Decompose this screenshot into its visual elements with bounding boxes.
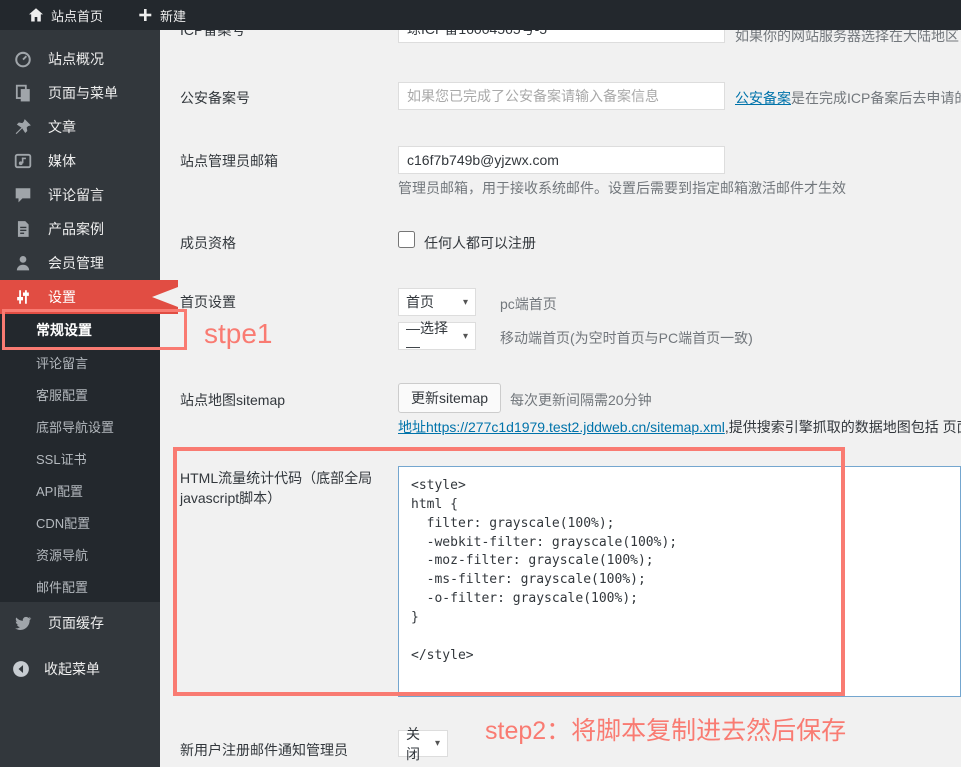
sidebar-item-collapse-menu[interactable]: 收起菜单 xyxy=(0,652,160,686)
police-help-link[interactable]: 公安备案 xyxy=(735,90,791,106)
sitemap-label: 站点地图sitemap xyxy=(180,392,286,408)
comment-icon xyxy=(14,186,32,204)
settings-submenu: 常规设置 评论留言 客服配置 底部导航设置 SSL证书 API配置 CDN配置 … xyxy=(0,314,160,602)
sidebar-item-label: 页面与菜单 xyxy=(48,85,118,101)
sliders-icon xyxy=(14,288,32,306)
sitemap-link-line: 地址https://277c1d1979.test2.jddweb.cn/sit… xyxy=(398,417,961,437)
mobile-homepage-select[interactable]: —选择— ▾ xyxy=(398,320,476,354)
pin-icon xyxy=(14,118,32,136)
sidebar-item-label: 会员管理 xyxy=(48,255,104,271)
collapse-menu-icon xyxy=(12,660,30,678)
email-label: 站点管理员邮箱 xyxy=(180,153,278,169)
submenu-item-cdn[interactable]: CDN配置 xyxy=(0,506,160,538)
submenu-item-api[interactable]: API配置 xyxy=(0,474,160,506)
submenu-item-resource-nav[interactable]: 资源导航 xyxy=(0,538,160,570)
sidebar-item-label: 设置 xyxy=(48,289,76,305)
html-code-textarea[interactable]: <style> html { filter: grayscale(100%); … xyxy=(398,466,961,697)
sidebar-item-label: 收起菜单 xyxy=(44,661,100,677)
submenu-item-comments[interactable]: 评论留言 xyxy=(0,346,160,378)
sidebar-item-products[interactable]: 产品案例 xyxy=(0,212,160,246)
submenu-item-mail[interactable]: 邮件配置 xyxy=(0,570,160,602)
home-icon xyxy=(28,7,44,23)
user-icon xyxy=(14,254,32,272)
toolbar-site-home[interactable]: 站点首页 xyxy=(18,0,113,30)
wordpress-admin-screen: ICP备案号 如果你的网站服务器选择在大陆地区，必须 公安备案号 公安备案是在完… xyxy=(0,0,961,767)
chevron-down-icon: ▾ xyxy=(462,296,468,308)
update-sitemap-button[interactable]: 更新sitemap xyxy=(398,383,502,413)
annotation-step2-text: step2：将脚本复制进去然后保存 xyxy=(485,717,847,745)
police-help-rest: 是在完成ICP备案后去申请的，虽 xyxy=(791,90,961,106)
pc-homepage-select-value: 首页 xyxy=(406,294,434,310)
mobile-homepage-select-value: —选择— xyxy=(406,320,448,354)
sitemap-help: 每次更新间隔需20分钟 xyxy=(510,392,652,408)
toolbar-new-label: 新建 xyxy=(160,8,187,24)
admin-top-bar: 站点首页 新建 xyxy=(0,0,961,30)
sitemap-link-rest: ,提供搜索引擎抓取的数据地图包括 页面,文章 xyxy=(724,419,961,435)
submenu-item-ssl[interactable]: SSL证书 xyxy=(0,442,160,474)
sidebar-item-page-cache[interactable]: 页面缓存 xyxy=(0,606,160,640)
chevron-down-icon: ▾ xyxy=(434,738,440,749)
sidebar-item-label: 评论留言 xyxy=(48,187,104,203)
sidebar-item-comments[interactable]: 评论留言 xyxy=(0,178,160,212)
media-icon xyxy=(14,152,32,170)
sitemap-link[interactable]: 地址https://277c1d1979.test2.jddweb.cn/sit… xyxy=(398,419,725,435)
homepage-label: 首页设置 xyxy=(180,294,236,310)
membership-checkbox-label: 任何人都可以注册 xyxy=(424,235,536,251)
toolbar-site-home-label: 站点首页 xyxy=(51,8,104,24)
sidebar-item-label: 媒体 xyxy=(48,153,76,169)
pages-icon xyxy=(14,84,32,102)
sidebar-item-dashboard[interactable]: 站点概况 xyxy=(0,42,160,76)
mobile-homepage-help: 移动端首页(为空时首页与PC端首页一致) xyxy=(500,330,753,346)
police-help: 公安备案是在完成ICP备案后去申请的，虽 xyxy=(735,88,961,108)
sidebar-item-label: 产品案例 xyxy=(48,221,104,237)
notify-select-value: 关闭 xyxy=(406,725,420,762)
sidebar-item-label: 站点概况 xyxy=(48,51,104,67)
admin-sidebar: 站点概况 页面与菜单 文章 媒体 评论留言 产品案例 会员管理 设置 常规设置 … xyxy=(0,0,160,767)
sidebar-item-settings[interactable]: 设置 xyxy=(0,280,160,314)
sidebar-item-posts[interactable]: 文章 xyxy=(0,110,160,144)
dashboard-icon xyxy=(14,50,32,68)
membership-label: 成员资格 xyxy=(180,235,236,251)
membership-checkbox[interactable] xyxy=(398,231,415,248)
sidebar-item-pages[interactable]: 页面与菜单 xyxy=(0,76,160,110)
sidebar-item-media[interactable]: 媒体 xyxy=(0,144,160,178)
sidebar-item-members[interactable]: 会员管理 xyxy=(0,246,160,280)
notify-select[interactable]: 关闭 ▾ xyxy=(398,726,448,762)
submenu-item-footer-nav[interactable]: 底部导航设置 xyxy=(0,410,160,442)
email-input[interactable] xyxy=(398,146,725,174)
police-label: 公安备案号 xyxy=(180,90,250,106)
pc-homepage-select[interactable]: 首页 ▾ xyxy=(398,288,476,316)
email-help: 管理员邮箱，用于接收系统邮件。设置后需要到指定邮箱激活邮件才生效 xyxy=(398,180,846,196)
annotation-step1-text: stpe1 xyxy=(204,318,273,349)
submenu-item-general-settings[interactable]: 常规设置 xyxy=(0,314,160,346)
plus-icon xyxy=(137,7,153,23)
police-input[interactable] xyxy=(398,82,725,110)
settings-active-arrow-notch xyxy=(152,287,178,307)
toolbar-new[interactable]: 新建 xyxy=(127,0,196,30)
document-icon xyxy=(14,220,32,238)
html-code-label: HTML流量统计代码（底部全局javascript脚本） xyxy=(180,470,373,507)
sidebar-item-label: 页面缓存 xyxy=(48,615,104,631)
bird-icon xyxy=(14,614,32,632)
sidebar-item-label: 文章 xyxy=(48,119,76,135)
submenu-item-customer-service[interactable]: 客服配置 xyxy=(0,378,160,410)
pc-homepage-help: pc端首页 xyxy=(500,296,557,312)
chevron-down-icon: ▾ xyxy=(462,330,468,342)
